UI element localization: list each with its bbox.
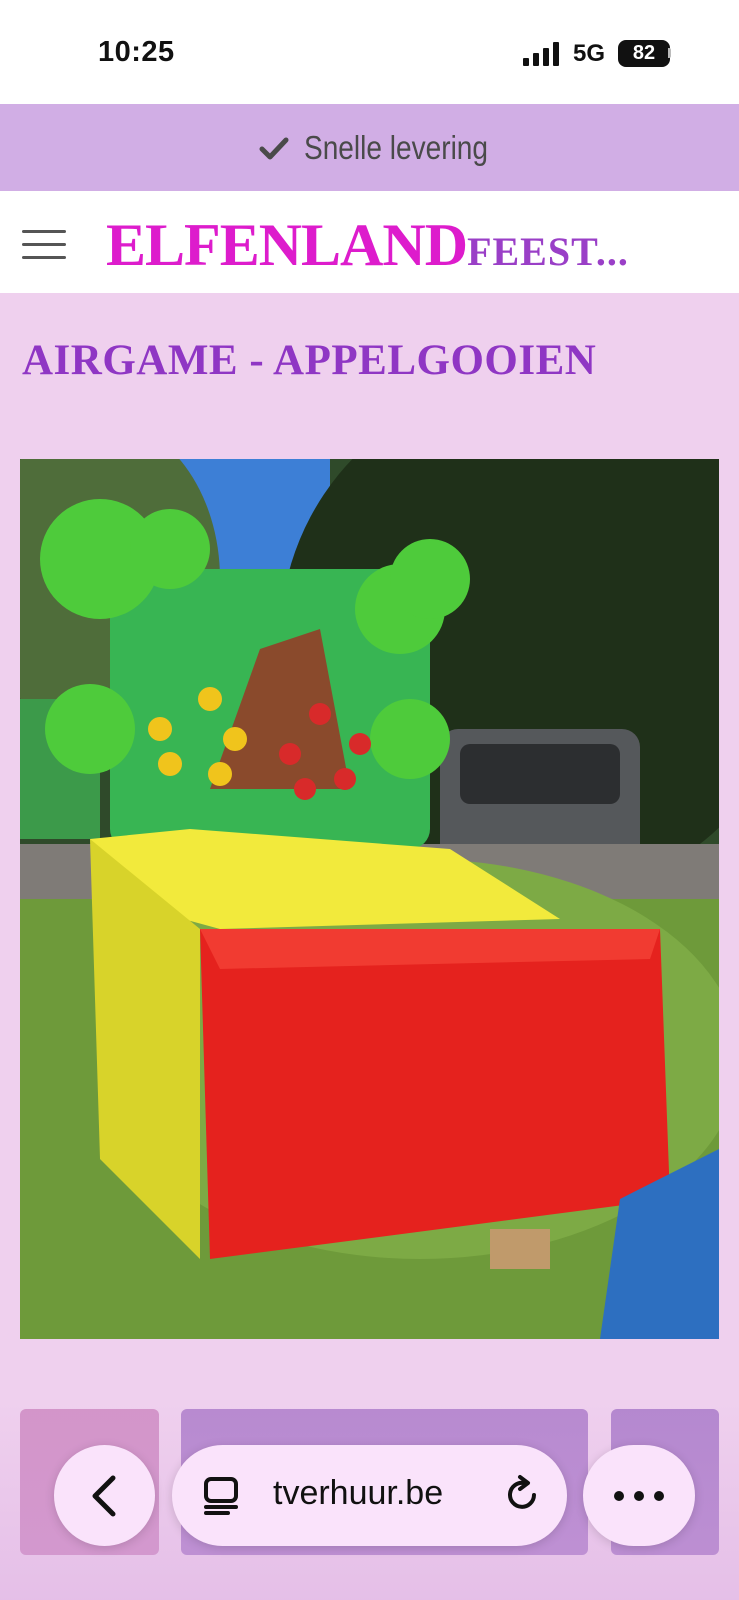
page-title: AIRGAME - APPELGOOIEN (22, 337, 597, 384)
back-button[interactable] (54, 1445, 155, 1546)
signal-icon (523, 42, 563, 66)
status-bar: 10:25 5G 82 (0, 0, 739, 104)
battery-level: 82 (632, 42, 656, 64)
chevron-left-icon (92, 1475, 115, 1516)
logo-sub: FEEST... (467, 229, 629, 274)
status-time: 10:25 (98, 36, 175, 68)
address-bar[interactable]: tverhuur.be (172, 1445, 567, 1546)
more-dots-icon (614, 1490, 664, 1501)
check-icon (259, 137, 289, 159)
promo-banner: Snelle levering (0, 104, 739, 191)
tabs-icon (204, 1477, 238, 1515)
more-button[interactable] (583, 1445, 695, 1546)
network-label: 5G (573, 40, 606, 67)
battery-icon: 82 (618, 40, 670, 67)
battery-tip (668, 48, 671, 58)
product-image[interactable] (20, 459, 719, 1339)
reload-icon[interactable] (500, 1473, 544, 1517)
url-text: tverhuur.be (273, 1474, 444, 1512)
promo-text: Snelle levering (304, 128, 489, 166)
logo-main: ELFENLAND (106, 212, 468, 278)
site-logo[interactable]: ELFENLANDFEEST... (106, 211, 629, 280)
hamburger-menu-icon[interactable] (22, 230, 66, 260)
